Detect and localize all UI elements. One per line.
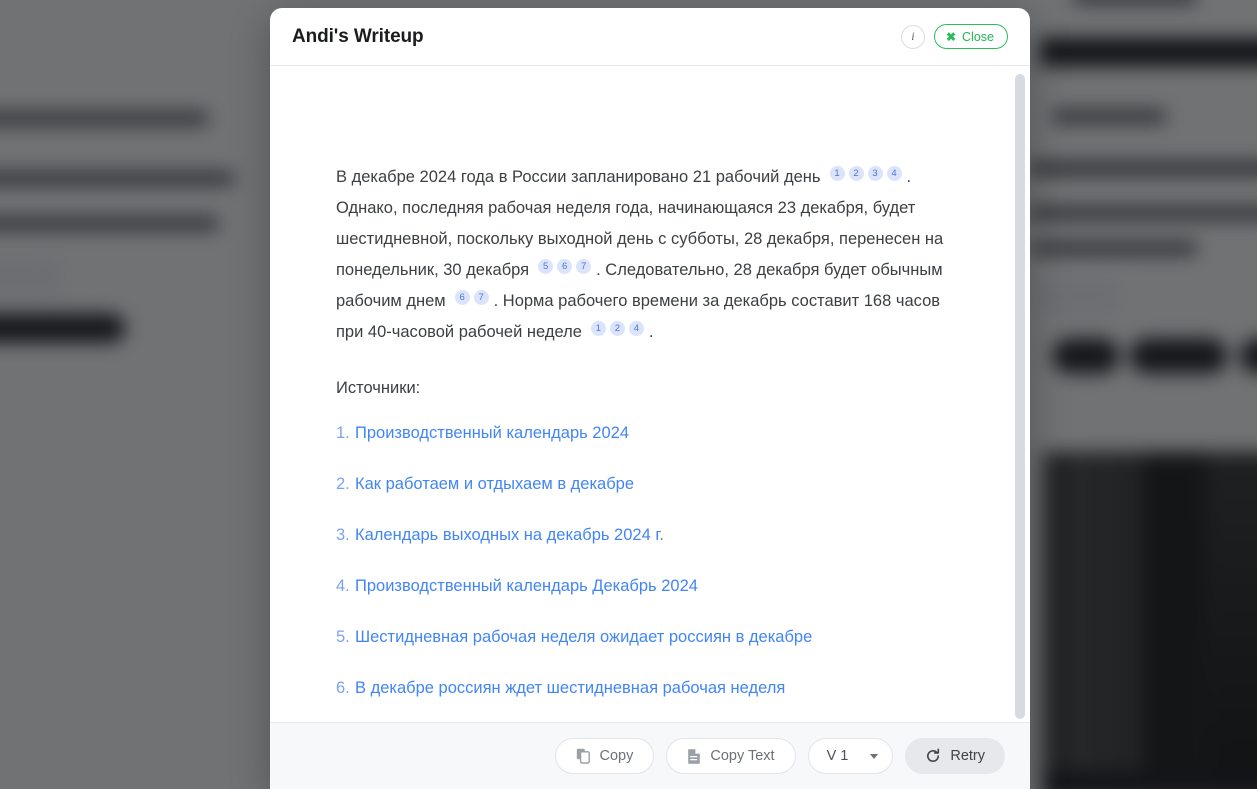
citation-badge[interactable]: 1 — [590, 321, 606, 337]
source-number: 5. — [336, 628, 350, 646]
citation-group-1: 1234 — [828, 166, 904, 186]
document-icon — [687, 748, 701, 765]
citation-badge[interactable]: 6 — [557, 259, 573, 275]
list-item[interactable]: 4. Производственный календарь Декабрь 20… — [336, 573, 944, 599]
citation-badge[interactable]: 4 — [886, 166, 902, 182]
sources-list: 1. Производственный календарь 2024 2. Ка… — [336, 420, 944, 722]
retry-button-label: Retry — [950, 748, 985, 764]
refresh-icon — [925, 748, 941, 764]
modal-body[interactable]: В декабре 2024 года в России запланирова… — [270, 66, 1030, 722]
citation-badge[interactable]: 3 — [867, 166, 883, 182]
citation-group-3: 67 — [453, 290, 491, 310]
version-select[interactable]: V 1 — [807, 738, 894, 774]
citation-badge[interactable]: 7 — [473, 290, 489, 306]
copy-button-label: Copy — [599, 748, 634, 764]
citation-badge[interactable]: 2 — [848, 166, 864, 182]
content-scrollbar[interactable] — [1013, 66, 1027, 722]
version-select-value: V 1 — [826, 748, 849, 764]
answer-sentence-5: . — [648, 323, 654, 341]
retry-button[interactable]: Retry — [905, 738, 1005, 774]
source-number: 1. — [336, 424, 350, 442]
chevron-down-icon — [870, 753, 879, 759]
list-item[interactable]: 3. Календарь выходных на декабрь 2024 г. — [336, 522, 944, 548]
citation-badge[interactable]: 2 — [609, 321, 625, 337]
source-link[interactable]: Производственный календарь 2024 — [355, 420, 629, 446]
modal-footer: Copy Copy Text V 1 Retry — [270, 722, 1030, 789]
source-link[interactable]: Календарь выходных на декабрь 2024 г. — [355, 522, 664, 548]
source-link[interactable]: В декабре россиян ждет шестидневная рабо… — [355, 675, 785, 701]
source-number: 2. — [336, 475, 350, 493]
close-button[interactable]: ✖ Close — [933, 24, 1008, 49]
answer-sentence-1: В декабре 2024 года в России запланирова… — [336, 168, 821, 186]
list-item[interactable]: 5. Шестидневная рабочая неделя ожидает р… — [336, 624, 944, 650]
close-button-label: Close — [962, 29, 994, 44]
copy-text-button-label: Copy Text — [710, 748, 775, 764]
header-actions: i ✖ Close — [900, 24, 1008, 49]
writeup-modal: Andi's Writeup i ✖ Close В декабре 2024 … — [270, 8, 1030, 789]
copy-button[interactable]: Copy — [554, 738, 655, 774]
writeup-content: В декабре 2024 года в России запланирова… — [270, 66, 1030, 722]
citation-group-4: 124 — [589, 321, 646, 341]
list-item[interactable]: 1. Производственный календарь 2024 — [336, 420, 944, 446]
citation-badge[interactable]: 1 — [829, 166, 845, 182]
modal-header: Andi's Writeup i ✖ Close — [270, 8, 1030, 66]
source-link[interactable]: Как работаем и отдыхаем в декабре — [355, 471, 634, 497]
copy-icon — [576, 748, 591, 764]
source-link[interactable]: Производственный календарь Декабрь 2024 — [355, 573, 698, 599]
info-icon[interactable]: i — [900, 24, 925, 49]
answer-paragraph: В декабре 2024 года в России запланирова… — [336, 162, 944, 348]
source-link[interactable]: Шестидневная рабочая неделя ожидает росс… — [355, 624, 812, 650]
list-item[interactable]: 6. В декабре россиян ждет шестидневная р… — [336, 675, 944, 701]
modal-title: Andi's Writeup — [292, 25, 424, 47]
source-number: 3. — [336, 526, 350, 544]
source-number: 4. — [336, 577, 350, 595]
screen: Andi's Writeup i ✖ Close В декабре 2024 … — [0, 0, 1257, 789]
citation-badge[interactable]: 5 — [538, 259, 554, 275]
citation-group-2: 567 — [536, 259, 593, 279]
list-item[interactable]: 2. Как работаем и отдыхаем в декабре — [336, 471, 944, 497]
source-number: 6. — [336, 679, 350, 697]
citation-badge[interactable]: 4 — [628, 321, 644, 337]
sources-heading: Источники: — [336, 379, 421, 397]
scrollbar-thumb[interactable] — [1015, 74, 1025, 719]
citation-badge[interactable]: 7 — [576, 259, 592, 275]
copy-text-button[interactable]: Copy Text — [666, 738, 796, 774]
citation-badge[interactable]: 6 — [454, 290, 470, 306]
close-x-icon: ✖ — [945, 29, 957, 44]
